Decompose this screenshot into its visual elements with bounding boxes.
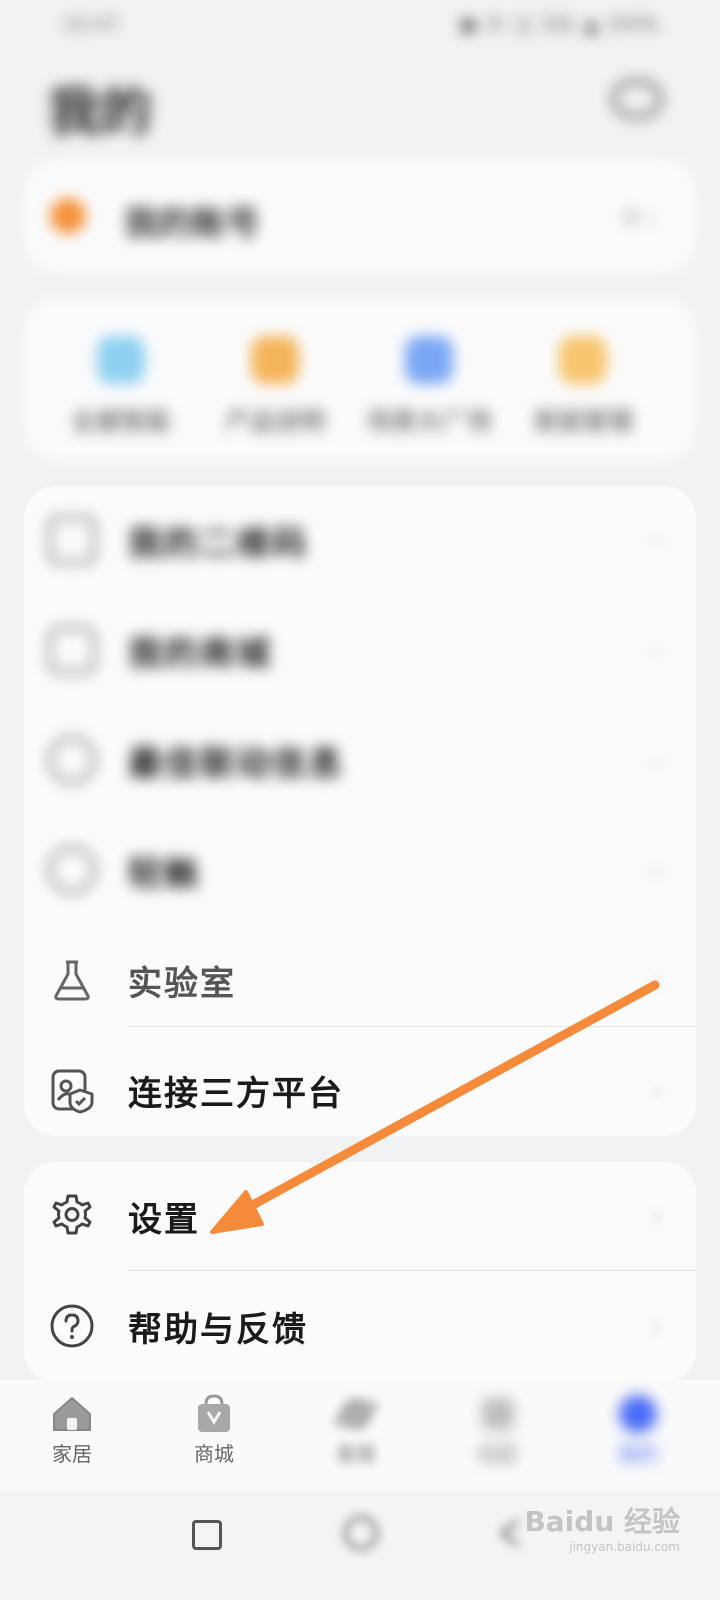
menu-item-lab[interactable]: 实验室 ›	[24, 926, 696, 1036]
tab-label: 商城	[194, 1442, 234, 1466]
shortcuts-card: 全屋智能 产品说明 场景大广场 家庭管理	[24, 298, 696, 460]
status-icons: ◼ ✆ ◫ 5G ▲ 54%	[459, 12, 660, 36]
menu-item-settings[interactable]: 设置 ›	[24, 1162, 696, 1272]
menu-item-label: 设置	[128, 1200, 200, 1240]
grid-icon	[48, 516, 96, 564]
menu-item-label: 轻触	[128, 854, 200, 894]
gear-icon	[52, 1194, 92, 1235]
menu-item-label: 实验室	[128, 964, 236, 1004]
profile-icon	[619, 1395, 657, 1433]
menu-item-qrcode[interactable]: 我的二维码 ›	[24, 486, 696, 596]
watermark: Baidu 经验 jingyan.baidu.com	[524, 1500, 680, 1554]
menu-item-label: 我的二维码	[128, 524, 308, 564]
home-icon	[53, 1397, 91, 1431]
shortcut-label: 产品说明	[224, 407, 325, 436]
platform-shield-icon	[51, 1069, 94, 1114]
planet-icon	[334, 1398, 378, 1430]
home-button-icon[interactable]	[344, 1516, 378, 1550]
divider	[128, 1026, 696, 1027]
shop-bag-icon	[198, 1394, 230, 1432]
menu-item-touch[interactable]: 轻触 ›	[24, 816, 696, 926]
menu-item-linkage[interactable]: 最佳联动信息 ›	[24, 706, 696, 816]
tab-label: 社区	[478, 1442, 518, 1466]
menu-item-label: 帮助与反馈	[128, 1310, 308, 1350]
link-icon	[48, 736, 96, 784]
bag-icon	[48, 626, 96, 674]
flask-icon	[54, 960, 90, 1001]
shortcut-label: 场景大广场	[366, 407, 492, 436]
bottom-tab-bar: 家居 商城 发现 社区 我的	[0, 1380, 720, 1490]
chevron-right-icon: ›	[650, 1200, 662, 1233]
shortcut-label: 全屋智能	[70, 407, 171, 436]
tab-discover[interactable]: 发现	[296, 1394, 416, 1467]
chevron-right-icon: ›	[650, 744, 662, 777]
menu-item-label: 连接三方平台	[128, 1074, 344, 1114]
chevron-right-icon: ›	[650, 524, 662, 557]
chevron-right-icon: ›	[650, 634, 662, 667]
profile-label: 我的账号	[124, 204, 260, 244]
status-time: 10:47	[62, 12, 120, 36]
shortcut-whole-home[interactable]: 全屋智能	[46, 328, 196, 438]
page-title: 我的	[48, 83, 153, 143]
profile-avatar-icon	[50, 198, 86, 234]
menu-card: 我的二维码 › 我的商城 › 最佳联动信息 › 轻触 › 实验室 › 连接三方平…	[24, 486, 696, 1136]
profile-meta: 0 ›	[623, 204, 657, 232]
tab-community[interactable]: 社区	[438, 1394, 558, 1467]
search-icon	[48, 846, 96, 894]
profile-card[interactable]: 我的账号 0 ›	[24, 160, 696, 272]
settings-card: 设置 › 帮助与反馈 ›	[24, 1162, 696, 1382]
tab-profile[interactable]: 我的	[578, 1394, 698, 1467]
menu-item-help[interactable]: 帮助与反馈 ›	[24, 1272, 696, 1382]
community-icon	[482, 1398, 514, 1430]
smart-home-icon	[97, 336, 145, 384]
watermark-url: jingyan.baidu.com	[569, 1540, 680, 1554]
tab-label: 我的	[618, 1442, 658, 1466]
shortcut-family-manage[interactable]: 家庭管理	[508, 328, 658, 438]
tab-label: 发现	[336, 1442, 376, 1466]
help-icon	[50, 1304, 94, 1348]
recent-apps-icon[interactable]	[192, 1520, 222, 1550]
chevron-right-icon: ›	[650, 854, 662, 887]
menu-item-label: 最佳联动信息	[128, 744, 344, 784]
chat-bubble-icon[interactable]	[612, 80, 662, 118]
tab-shop[interactable]: 商城	[154, 1394, 274, 1467]
menu-item-third-party[interactable]: 连接三方平台 ›	[24, 1036, 696, 1146]
menu-item-shop[interactable]: 我的商城 ›	[24, 596, 696, 706]
menu-item-label: 我的商城	[128, 634, 272, 674]
family-icon	[559, 336, 607, 384]
shortcut-label: 家庭管理	[532, 407, 633, 436]
watermark-brand: Baidu 经验	[524, 1505, 680, 1538]
tab-label: 家居	[52, 1442, 92, 1466]
chevron-right-icon: ›	[650, 1074, 662, 1107]
status-bar: 10:47 ◼ ✆ ◫ 5G ▲ 54%	[0, 0, 720, 52]
scene-icon	[405, 336, 453, 384]
divider	[128, 1270, 696, 1271]
manual-icon	[251, 336, 299, 384]
shortcut-scene-square[interactable]: 场景大广场	[354, 328, 504, 438]
chevron-right-icon: ›	[650, 964, 662, 997]
shortcut-product-manual[interactable]: 产品说明	[200, 328, 350, 438]
tab-home[interactable]: 家居	[12, 1394, 132, 1467]
chevron-right-icon: ›	[650, 1310, 662, 1343]
back-icon[interactable]	[496, 1518, 526, 1548]
